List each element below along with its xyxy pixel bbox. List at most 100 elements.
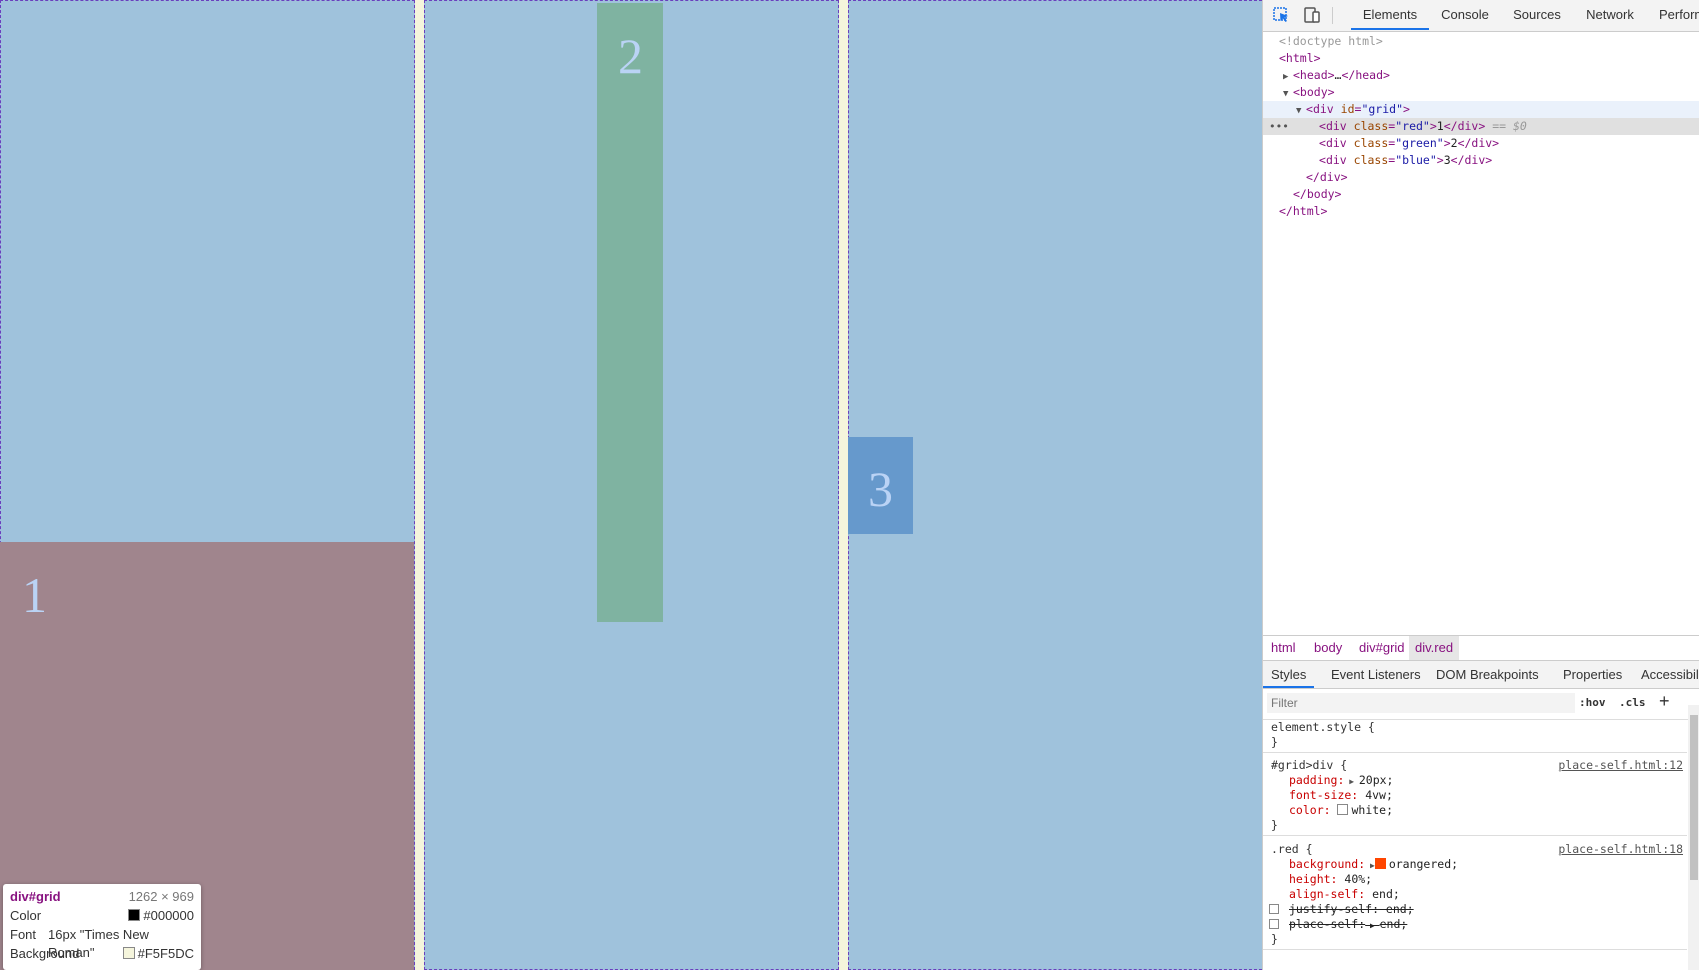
expand-triangle-icon[interactable]: ▶ <box>1365 861 1375 870</box>
grid-cell-blue[interactable]: 3 <box>848 437 913 534</box>
tooltip-color-label: Color <box>10 908 42 923</box>
red-tag-name: div <box>1325 119 1347 133</box>
toggle-checkbox[interactable] <box>1269 904 1279 914</box>
dom-node-grid-close[interactable]: </div> <box>1263 169 1699 186</box>
blue-text: 3 <box>1443 153 1451 167</box>
dom-node-doctype[interactable]: <!doctype html> <box>1263 33 1699 50</box>
justify-self-declaration[interactable]: justify-self: end; <box>1289 902 1414 917</box>
rule-divider <box>1263 949 1687 950</box>
cell-label: 1 <box>22 567 47 623</box>
rule-close-brace: } <box>1271 735 1278 749</box>
head-open-tag: <head> <box>1293 68 1335 82</box>
height-declaration[interactable]: height: 40%; <box>1289 872 1372 887</box>
doctype-text: <!doctype html> <box>1279 34 1383 48</box>
style-rules: element.style { } #grid>div { place-self… <box>1263 720 1687 970</box>
property-name: place-self: <box>1289 917 1366 931</box>
dom-node-body[interactable]: ▼ <body> <box>1263 84 1699 101</box>
dom-node-grid[interactable]: ▼ <div id="grid"> <box>1263 101 1699 118</box>
property-name: padding: <box>1289 773 1345 787</box>
align-self-declaration[interactable]: align-self: end; <box>1289 887 1400 902</box>
green-text: 2 <box>1450 136 1458 150</box>
tooltip-color-row: Color #000000 <box>10 907 194 925</box>
filter-input[interactable] <box>1267 693 1575 713</box>
scrollbar-thumb[interactable] <box>1690 715 1698 880</box>
blue-attr-name: class <box>1353 153 1389 167</box>
red-selector[interactable]: .red { <box>1271 842 1313 857</box>
dom-node-html-close[interactable]: </html> <box>1263 203 1699 220</box>
class-toggle-button[interactable]: .cls <box>1619 696 1646 709</box>
styles-scrollbar[interactable] <box>1688 705 1699 970</box>
page-viewport: 1 2 3 div#grid 1262 × 969 Color #000000 … <box>0 0 1262 970</box>
expand-triangle-icon[interactable]: ▶ <box>1344 777 1358 786</box>
expand-triangle-icon[interactable]: ▶ <box>1365 921 1379 930</box>
property-name: height: <box>1289 872 1338 886</box>
property-value: 40%; <box>1344 872 1373 886</box>
dom-node-body-close[interactable]: </body> <box>1263 186 1699 203</box>
breadcrumb-grid[interactable]: div#grid <box>1359 636 1405 660</box>
source-link[interactable]: place-self.html:18 <box>1558 842 1683 857</box>
tooltip-background-value: #F5F5DC <box>137 946 194 961</box>
tab-properties[interactable]: Properties <box>1563 661 1622 688</box>
tooltip-color-value: #000000 <box>143 908 194 923</box>
more-options-icon[interactable]: ••• <box>1269 118 1289 135</box>
tooltip-element-size: 1262 × 969 <box>128 889 194 904</box>
hover-state-button[interactable]: :hov <box>1579 696 1606 709</box>
breadcrumb-red[interactable]: div.red <box>1409 636 1460 660</box>
tab-event-listeners[interactable]: Event Listeners <box>1331 661 1421 688</box>
inspect-element-icon[interactable] <box>1271 5 1293 25</box>
place-self-declaration[interactable]: place-self: ▶ end; <box>1289 917 1407 932</box>
tooltip-font-label: Font <box>10 927 37 942</box>
toggle-checkbox[interactable] <box>1269 919 1279 929</box>
red-attr-name: class <box>1353 119 1389 133</box>
tooltip-element-name: div#grid <box>10 889 61 904</box>
tab-network[interactable]: Network <box>1573 0 1647 30</box>
font-size-declaration[interactable]: font-size: 4vw; <box>1289 788 1393 803</box>
grid-close-tag: </div> <box>1306 170 1348 184</box>
grid-cell-green[interactable]: 2 <box>597 3 663 622</box>
color-swatch-icon <box>128 909 141 921</box>
body-open-tag: <body> <box>1293 85 1335 99</box>
device-toolbar-icon[interactable] <box>1301 5 1323 25</box>
color-swatch-icon[interactable] <box>1337 804 1349 815</box>
dom-node-blue[interactable]: <div class="blue">3</div> <box>1263 152 1699 169</box>
tab-dom-breakpoints[interactable]: DOM Breakpoints <box>1436 661 1539 688</box>
grid-div-selector[interactable]: #grid>div { <box>1271 758 1347 773</box>
tab-sources[interactable]: Sources <box>1501 0 1573 30</box>
tooltip-font-row: Font 16px "Times New Roman" <box>10 926 194 960</box>
tab-elements[interactable]: Elements <box>1351 0 1429 30</box>
color-declaration[interactable]: color: white; <box>1289 803 1393 818</box>
dom-node-green[interactable]: <div class="green">2</div> <box>1263 135 1699 152</box>
add-rule-button[interactable]: + <box>1659 691 1670 712</box>
background-swatch-icon <box>122 947 135 959</box>
color-swatch-icon[interactable] <box>1374 858 1386 869</box>
tab-performance[interactable]: Performa <box>1647 0 1699 30</box>
property-value: orangered; <box>1388 857 1459 871</box>
background-declaration[interactable]: background: ▶ orangered; <box>1289 857 1458 872</box>
html-open-tag: <html> <box>1279 51 1321 65</box>
devtools-panel: Elements Console Sources Network Perform… <box>1262 0 1699 970</box>
dom-node-html[interactable]: <html> <box>1263 50 1699 67</box>
tab-console[interactable]: Console <box>1429 0 1501 30</box>
cell-label: 3 <box>868 461 893 517</box>
breadcrumb-html[interactable]: html <box>1271 636 1296 660</box>
dom-node-head[interactable]: ▶ <head>…</head> <box>1263 67 1699 84</box>
property-name: color: <box>1289 803 1331 817</box>
grid-tag-name: div <box>1312 102 1334 116</box>
breadcrumb-body[interactable]: body <box>1314 636 1342 660</box>
dom-node-red[interactable]: ••• <div class="red">1</div> == $0 <box>1263 118 1699 135</box>
tab-styles[interactable]: Styles <box>1263 661 1315 688</box>
blue-attr-value: "blue" <box>1395 153 1437 167</box>
tooltip-background-label: Background <box>10 946 80 961</box>
toolbar-divider <box>1332 7 1333 24</box>
element-style-selector[interactable]: element.style { <box>1271 720 1375 735</box>
source-link[interactable]: place-self.html:12 <box>1558 758 1683 773</box>
padding-declaration[interactable]: padding: ▶ 20px; <box>1289 773 1393 788</box>
property-name: font-size: <box>1289 788 1359 802</box>
rule-divider <box>1263 835 1687 836</box>
styles-filter-bar: :hov .cls + <box>1263 689 1699 720</box>
tab-accessibility[interactable]: Accessibili <box>1641 661 1699 688</box>
property-name: background: <box>1289 857 1366 871</box>
dom-tree: <!doctype html> <html> ▶ <head>…</head> ▼… <box>1263 33 1699 633</box>
property-value: end; <box>1372 887 1400 901</box>
grid-attr-name: id <box>1340 102 1355 116</box>
